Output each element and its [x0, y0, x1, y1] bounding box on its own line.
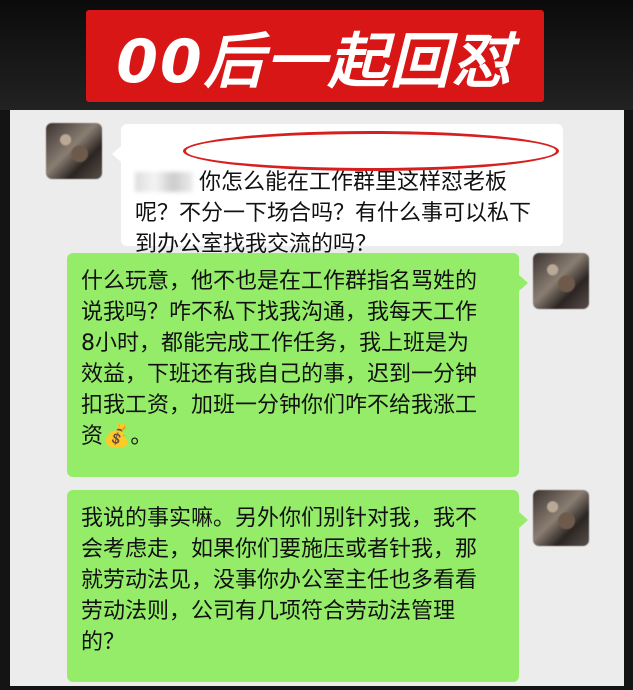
sender-avatar[interactable]	[46, 123, 102, 179]
message-text: 你怎么能在工作群里这样怼老板 呢？不分一下场合吗？有什么事可以私下 到办公室找我…	[135, 170, 532, 257]
title-banner: 00后一起回怼	[86, 10, 544, 102]
self-avatar[interactable]	[533, 490, 589, 546]
message-bubble-sent[interactable]: 我说的事实嘛。另外你们别针对我，我不 会考虑走，如果你们要施压或者针我，那 就劳…	[67, 490, 519, 682]
self-avatar[interactable]	[533, 253, 589, 309]
bubble-tail	[519, 275, 528, 291]
bubble-tail	[519, 512, 528, 528]
message-text: 什么玩意，他不也是在工作群指名骂姓的 说我吗？咋不私下找我沟通，我每天工作 8小…	[81, 269, 478, 449]
blurred-name	[135, 172, 193, 192]
message-bubble-sent[interactable]: 什么玩意，他不也是在工作群指名骂姓的 说我吗？咋不私下找我沟通，我每天工作 8小…	[67, 253, 519, 477]
message-bubble-received[interactable]: 你怎么能在工作群里这样怼老板 呢？不分一下场合吗？有什么事可以私下 到办公室找我…	[121, 124, 563, 257]
banner-title: 00后一起回怼	[116, 26, 514, 97]
bubble-tail	[112, 146, 121, 162]
message-text: 我说的事实嘛。另外你们别针对我，我不 会考虑走，如果你们要施压或者针我，那 就劳…	[81, 506, 478, 655]
